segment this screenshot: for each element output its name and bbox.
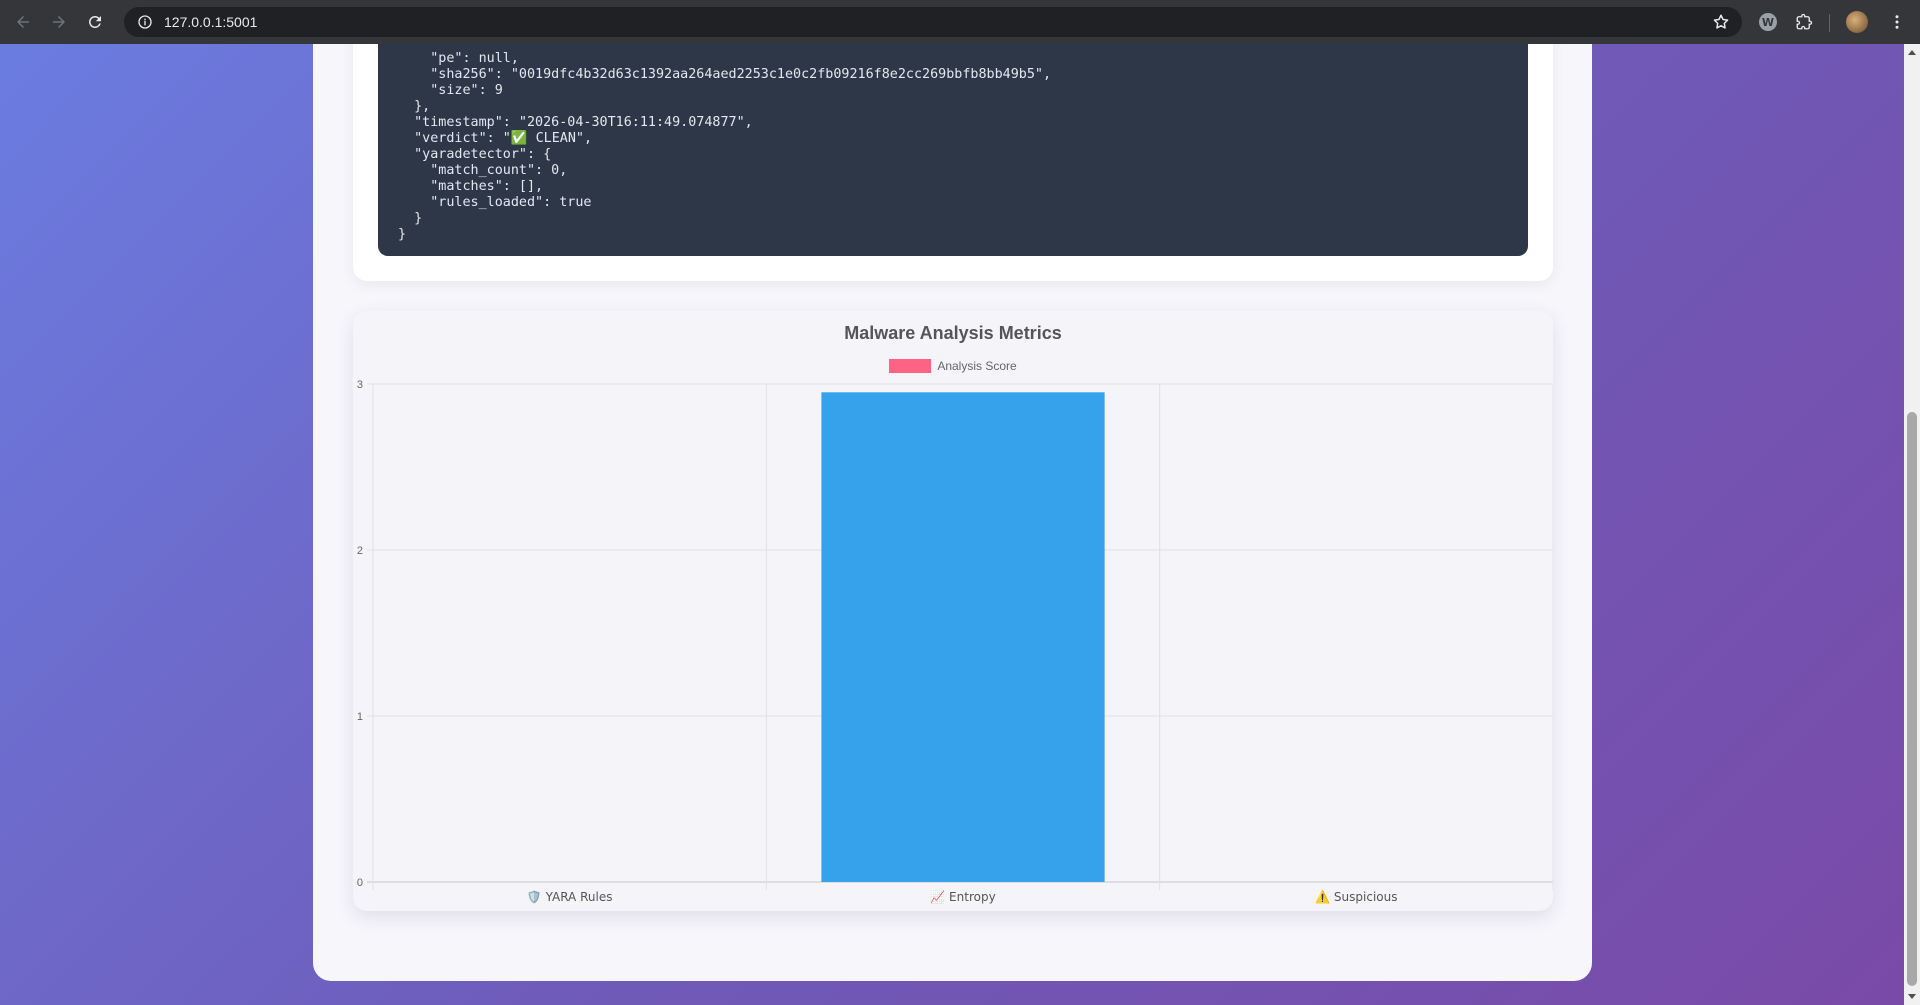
json-line: } xyxy=(398,211,423,226)
json-line: "yaradetector": { xyxy=(398,147,552,162)
json-line: "timestamp": "2026-04-30T16:11:49.074877… xyxy=(398,115,753,130)
more-menu-icon[interactable] xyxy=(1886,11,1908,33)
bar-2[interactable] xyxy=(821,392,1105,882)
scroll-thumb[interactable] xyxy=(1907,412,1917,986)
json-output: "pe": null, "sha256": "0019dfc4b32d63c13… xyxy=(378,44,1528,256)
json-line: "matches": [], xyxy=(398,179,544,194)
main-container: "pe": null, "sha256": "0019dfc4b32d63c13… xyxy=(313,44,1592,981)
x-tick-label: ⚠️ Suspicious xyxy=(1315,890,1397,904)
reload-icon[interactable] xyxy=(82,9,108,35)
y-tick-label: 2 xyxy=(357,545,363,557)
bookmark-star-icon[interactable] xyxy=(1712,13,1730,31)
json-line: "pe": null, xyxy=(398,51,519,66)
metrics-chart-card: Malware Analysis Metrics Analysis Score … xyxy=(353,311,1553,911)
address-bar[interactable]: 127.0.0.1:5001 xyxy=(124,7,1742,37)
x-tick-label: 🛡️ YARA Rules xyxy=(527,890,613,904)
browser-toolbar: 127.0.0.1:5001 W xyxy=(0,0,1920,44)
forward-icon[interactable] xyxy=(46,9,72,35)
url-text[interactable]: 127.0.0.1:5001 xyxy=(164,14,257,30)
x-tick-label: 📈 Entropy xyxy=(930,890,995,904)
json-line: "size": 9 xyxy=(398,83,503,98)
json-line: }, xyxy=(398,99,431,114)
analysis-result-card: "pe": null, "sha256": "0019dfc4b32d63c13… xyxy=(353,44,1553,281)
toolbar-divider xyxy=(1829,14,1830,32)
y-tick-label: 3 xyxy=(357,379,363,391)
scroll-up-arrow-icon[interactable] xyxy=(1908,50,1916,55)
json-line: "sha256": "0019dfc4b32d63c1392aa264aed22… xyxy=(398,67,1052,82)
json-line: "rules_loaded": true xyxy=(398,195,592,210)
profile-avatar[interactable] xyxy=(1846,11,1868,33)
bar-chart: 0 1 2 3 🛡️ YARA Rules 📈 Entropy ⚠️ Suspicious xyxy=(357,379,1553,904)
vertical-scrollbar[interactable] xyxy=(1904,44,1920,1005)
back-icon[interactable] xyxy=(10,9,36,35)
json-line: "match_count": 0, xyxy=(398,163,568,178)
y-tick-label: 0 xyxy=(357,877,363,889)
y-tick-label: 1 xyxy=(357,711,363,723)
extension-w-icon[interactable]: W xyxy=(1757,11,1779,33)
json-lines: "pe": null, "sha256": "0019dfc4b32d63c13… xyxy=(398,51,1051,243)
page-viewport: "pe": null, "sha256": "0019dfc4b32d63c13… xyxy=(0,44,1904,1005)
site-info-icon[interactable] xyxy=(130,7,160,37)
json-line: } xyxy=(398,227,407,242)
scroll-down-arrow-icon[interactable] xyxy=(1908,994,1916,999)
json-line: "verdict": "✅ CLEAN", xyxy=(398,131,593,146)
extensions-puzzle-icon[interactable] xyxy=(1793,11,1815,33)
